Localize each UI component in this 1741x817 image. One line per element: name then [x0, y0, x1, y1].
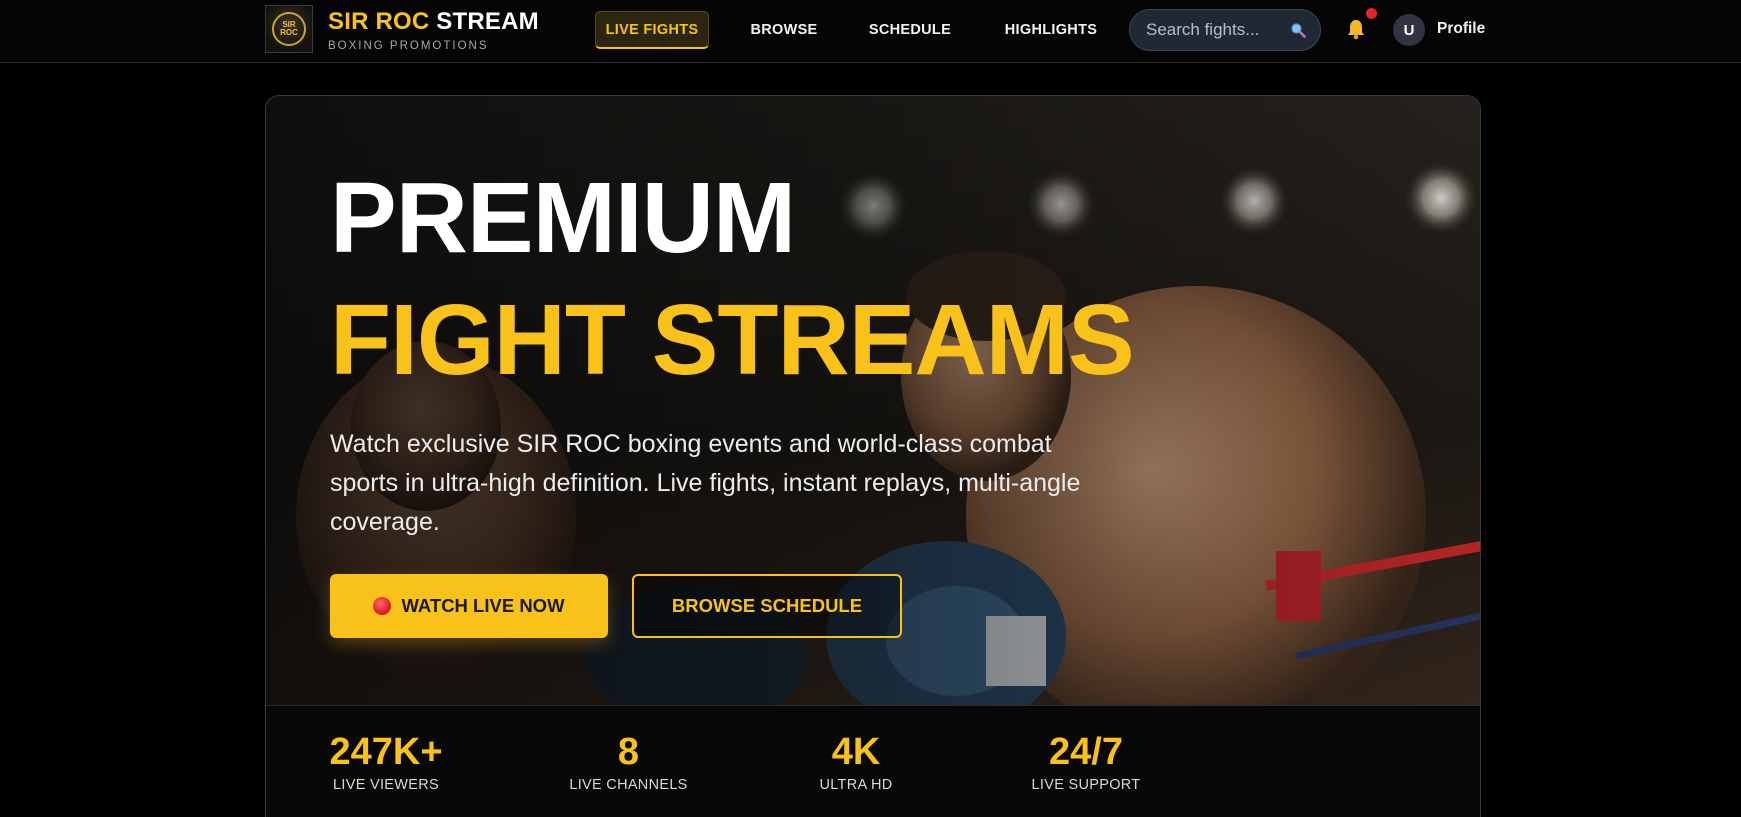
stat-label: LIVE CHANNELS	[569, 777, 688, 793]
nav-label: HIGHLIGHTS	[1004, 22, 1098, 38]
logo[interactable]: SIR ROC	[265, 5, 313, 53]
hero-headline-line2: FIGHT STREAMS	[330, 284, 1135, 396]
watch-live-label: WATCH LIVE NOW	[401, 595, 565, 616]
logo-text: SIR ROC	[280, 20, 298, 37]
brand-title: SIR ROC STREAM	[328, 8, 539, 36]
avatar[interactable]: U	[1393, 14, 1425, 46]
watch-live-button[interactable]: WATCH LIVE NOW	[330, 574, 608, 638]
bell-icon[interactable]	[1345, 18, 1367, 40]
nav-live-fights[interactable]: LIVE FIGHTS	[595, 11, 709, 49]
nav-schedule[interactable]: SCHEDULE	[860, 11, 960, 49]
nav-label: SCHEDULE	[868, 22, 952, 38]
logo-emblem: SIR ROC	[272, 12, 306, 46]
stat-value: 8	[617, 731, 640, 773]
stat-value: 247K+	[329, 731, 443, 773]
browse-schedule-button[interactable]: BROWSE SCHEDULE	[632, 574, 902, 638]
nav-highlights[interactable]: HIGHLIGHTS	[994, 11, 1108, 49]
top-navigation-bar: SIR ROC SIR ROC STREAM BOXING PROMOTIONS…	[0, 0, 1741, 63]
brand-subtitle: BOXING PROMOTIONS	[328, 40, 489, 52]
search-box	[1129, 9, 1321, 51]
stat-ultra-hd: 4K ULTRA HD	[806, 733, 906, 793]
stat-label: LIVE VIEWERS	[333, 777, 439, 793]
hero-section: PREMIUM FIGHT STREAMS Watch exclusive SI…	[265, 95, 1481, 817]
avatar-initial: U	[1403, 21, 1415, 39]
hero-headline-line1: PREMIUM	[330, 162, 796, 274]
brand-primary: SIR ROC	[328, 8, 430, 35]
stat-label: LIVE SUPPORT	[1031, 777, 1141, 793]
stat-live-viewers: 247K+ LIVE VIEWERS	[326, 733, 446, 793]
search-icon[interactable]	[1290, 22, 1306, 38]
live-dot-icon	[373, 597, 392, 615]
stat-label: ULTRA HD	[819, 777, 893, 793]
notification-badge	[1366, 8, 1377, 19]
browse-schedule-label: BROWSE SCHEDULE	[671, 595, 863, 616]
search-input[interactable]	[1146, 20, 1286, 40]
stats-bar: 247K+ LIVE VIEWERS 8 LIVE CHANNELS 4K UL…	[266, 705, 1480, 817]
profile-link[interactable]: Profile	[1437, 20, 1485, 38]
nav-label: BROWSE	[750, 22, 818, 38]
nav-label: LIVE FIGHTS	[605, 21, 699, 38]
brand-secondary: STREAM	[436, 8, 539, 35]
nav-browse[interactable]: BROWSE	[740, 11, 828, 49]
hero-description: Watch exclusive SIR ROC boxing events an…	[330, 430, 1081, 536]
brand[interactable]: SIR ROC STREAM BOXING PROMOTIONS	[328, 8, 539, 52]
stat-value: 4K	[831, 731, 881, 773]
stat-live-support: 24/7 LIVE SUPPORT	[1026, 733, 1146, 793]
stat-live-channels: 8 LIVE CHANNELS	[566, 733, 691, 793]
stat-value: 24/7	[1049, 731, 1123, 773]
